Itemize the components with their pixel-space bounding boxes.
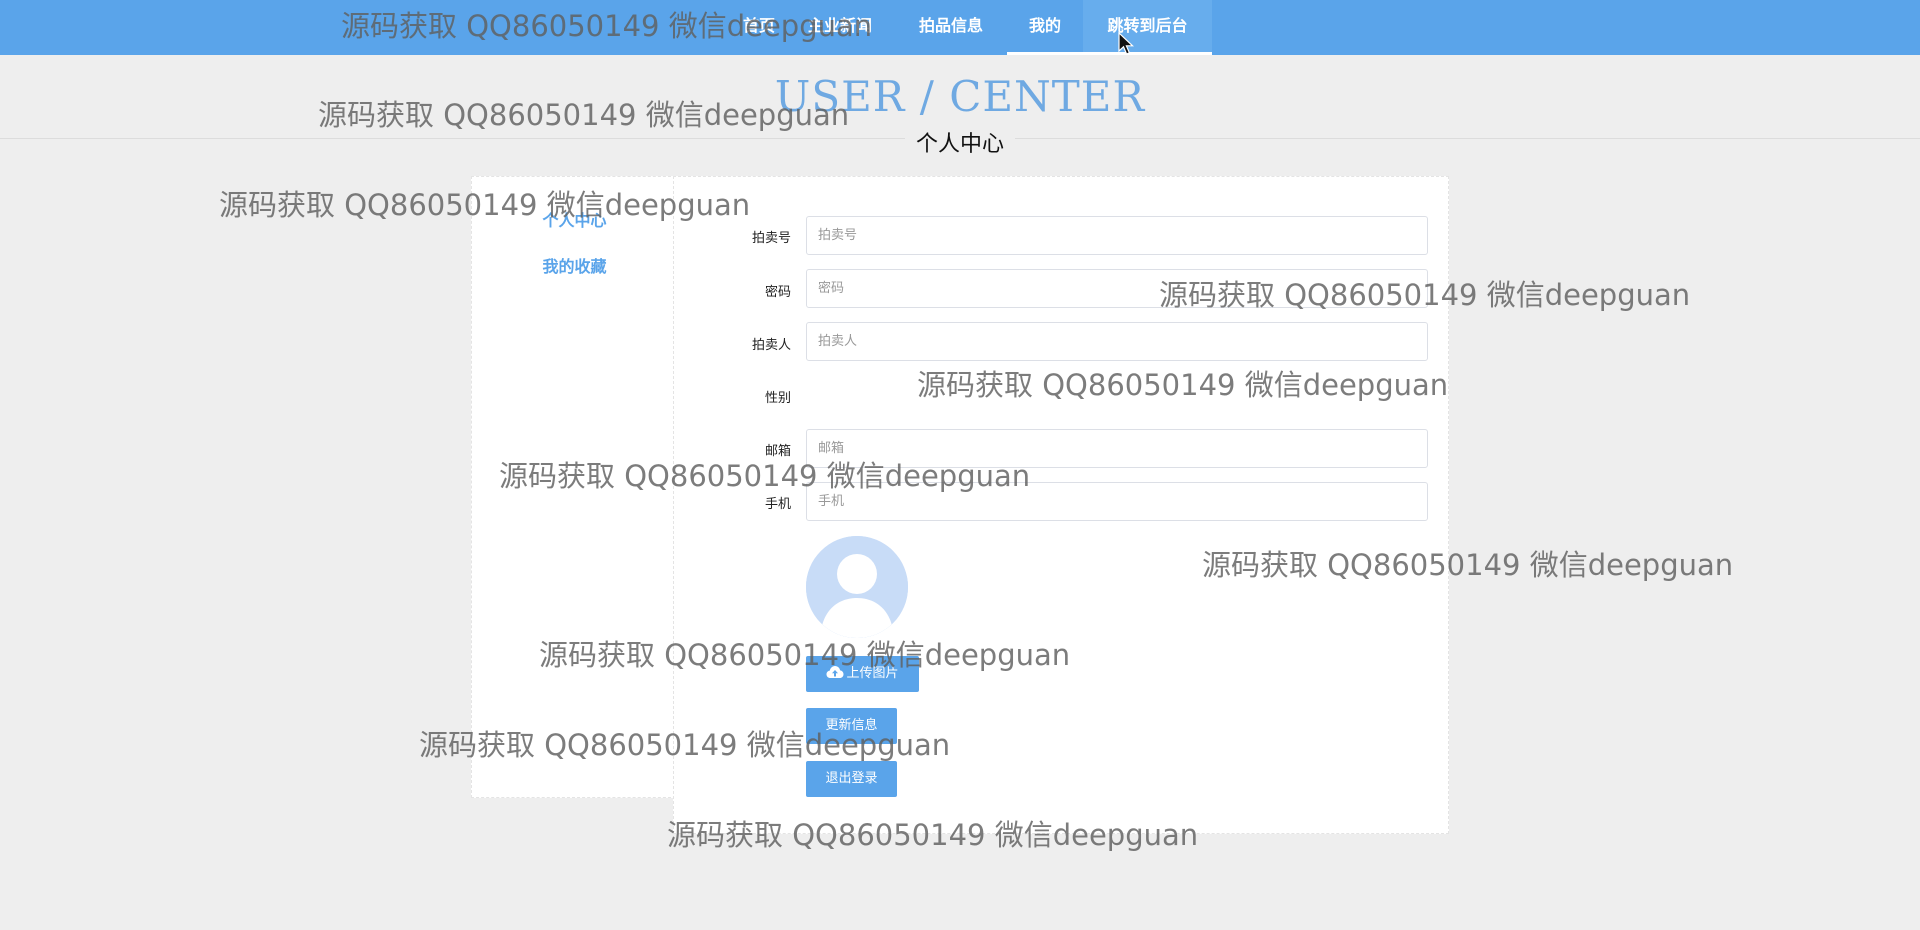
email-input[interactable] (806, 429, 1428, 468)
phone-input[interactable] (806, 482, 1428, 521)
hero-title-cn: 个人中心 (905, 126, 1015, 158)
nav-item-mine[interactable]: 我的 (1007, 0, 1083, 55)
auction-no-input[interactable] (806, 216, 1428, 255)
auctioneer-input[interactable] (806, 322, 1428, 361)
hero-title-en: USER / CENTER (774, 72, 1146, 121)
upload-image-button[interactable]: 上传图片 (806, 656, 919, 692)
nav-item-news[interactable]: 主业新闻 (800, 0, 880, 55)
nav-item-admin[interactable]: 跳转到后台 (1083, 0, 1212, 55)
cloud-upload-icon (826, 666, 844, 678)
update-info-button[interactable]: 更新信息 (806, 708, 897, 744)
nav-item-lots[interactable]: 拍品信息 (905, 0, 997, 55)
field-label-auction-no: 拍卖号 (751, 231, 791, 246)
field-label-phone: 手机 (764, 497, 791, 512)
user-silhouette-icon (806, 536, 908, 638)
logout-button[interactable]: 退出登录 (806, 761, 897, 797)
sidebar-item-profile[interactable]: 个人中心 (472, 207, 677, 231)
field-label-auctioneer: 拍卖人 (751, 338, 791, 353)
sidebar-panel: 个人中心 我的收藏 (471, 176, 676, 798)
top-navbar: 首页 主业新闻 拍品信息 我的 跳转到后台 (0, 0, 1920, 55)
mouse-cursor-icon (1118, 32, 1134, 55)
field-label-password: 密码 (764, 285, 791, 300)
field-label-gender: 性别 (764, 391, 791, 406)
upload-image-label: 上传图片 (846, 666, 899, 681)
nav-item-home[interactable]: 首页 (724, 0, 794, 55)
password-input[interactable] (806, 269, 1428, 308)
avatar-image (806, 536, 908, 638)
field-label-email: 邮箱 (764, 444, 791, 459)
sidebar-item-favorites[interactable]: 我的收藏 (472, 253, 677, 277)
